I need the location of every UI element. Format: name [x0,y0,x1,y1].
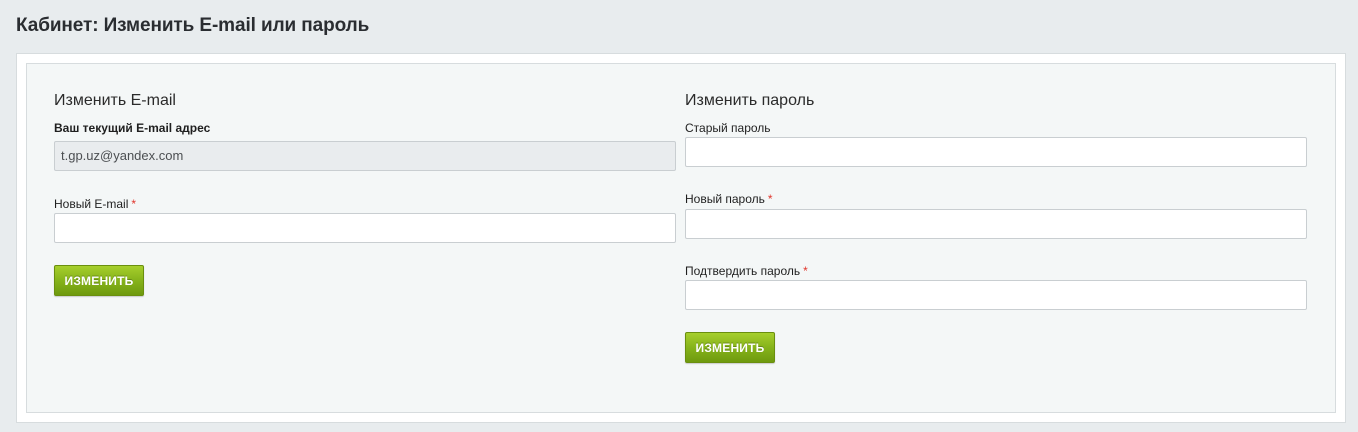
confirm-password-label-text: Подтвердить пароль [685,264,801,278]
change-password-heading: Изменить пароль [685,92,815,109]
new-email-label: Новый E-mail * [54,197,136,211]
required-marker: * [803,264,808,278]
old-password-input[interactable] [685,137,1307,167]
confirm-password-label: Подтвердить пароль * [685,264,808,278]
content-panel: Изменить E-mail Ваш текущий E-mail адрес… [16,53,1346,423]
new-password-label-text: Новый пароль [685,192,765,206]
page-title: Кабинет: Изменить E-mail или пароль [16,15,370,36]
current-email-field: t.gp.uz@yandex.com [54,141,676,171]
current-email-label: Ваш текущий E-mail адрес [54,121,211,135]
required-marker: * [131,197,137,211]
new-email-input[interactable] [54,213,676,243]
change-email-heading: Изменить E-mail [54,92,176,109]
change-email-button[interactable]: ИЗМЕНИТЬ [54,265,144,296]
new-email-label-text: Новый E-mail [54,197,129,211]
old-password-label: Старый пароль [685,121,771,135]
new-password-input[interactable] [685,209,1307,239]
change-password-button[interactable]: ИЗМЕНИТЬ [685,332,775,363]
new-password-label: Новый пароль * [685,192,773,206]
confirm-password-input[interactable] [685,280,1307,310]
form-panel: Изменить E-mail Ваш текущий E-mail адрес… [26,63,1336,413]
required-marker: * [767,192,773,206]
